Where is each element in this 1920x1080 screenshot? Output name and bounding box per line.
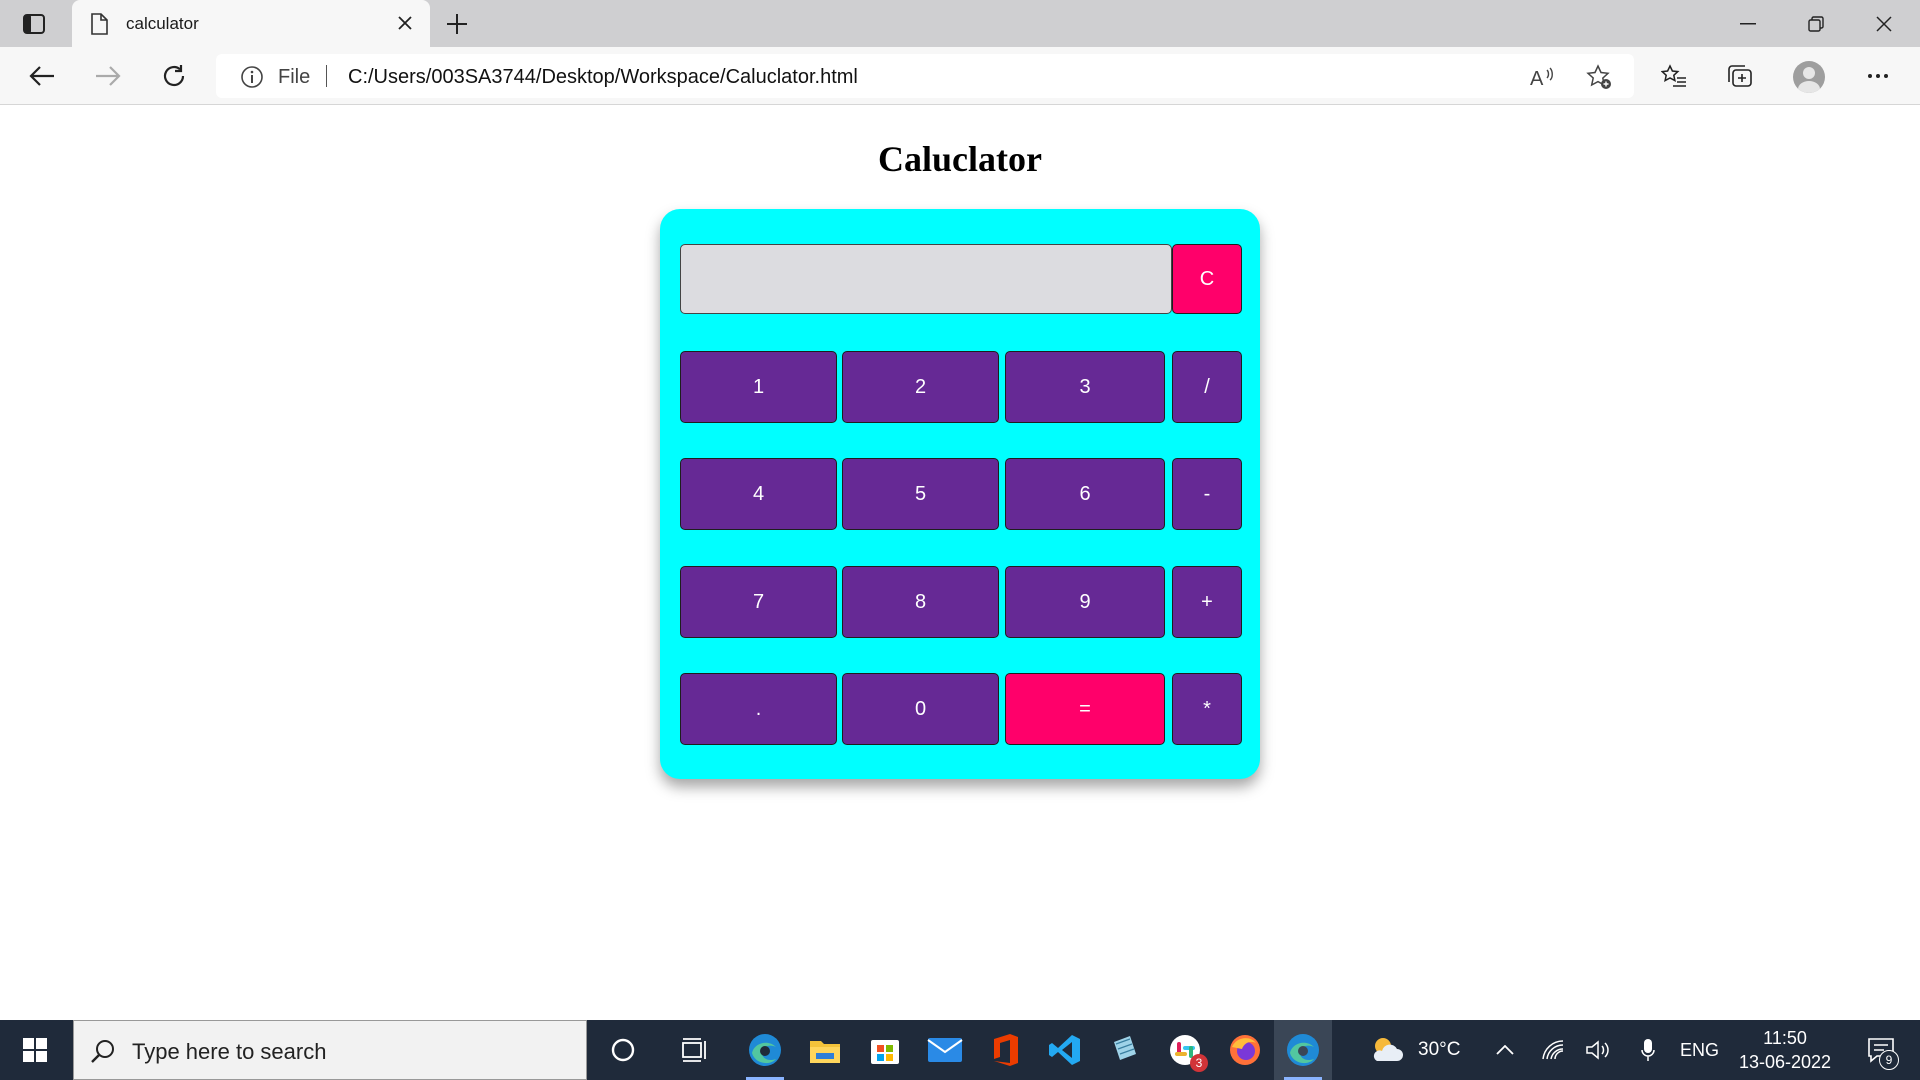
- add-favorite-icon[interactable]: [1586, 64, 1612, 90]
- mail-icon[interactable]: [916, 1020, 974, 1080]
- tab-actions-icon[interactable]: [18, 11, 50, 37]
- browser-tab[interactable]: calculator: [72, 0, 430, 47]
- search-icon: [90, 1038, 116, 1064]
- read-aloud-icon[interactable]: A: [1530, 64, 1556, 90]
- key-6-button[interactable]: 6: [1005, 458, 1165, 530]
- page-icon: [90, 13, 108, 35]
- slack-icon[interactable]: 3: [1156, 1020, 1214, 1080]
- key-4-button[interactable]: 4: [680, 458, 837, 530]
- key-0-button[interactable]: 0: [842, 673, 999, 745]
- clear-button[interactable]: C: [1172, 244, 1242, 314]
- svg-text:A: A: [1530, 68, 1544, 88]
- forward-icon[interactable]: [90, 58, 126, 94]
- microsoft-store-icon[interactable]: [856, 1020, 914, 1080]
- clock[interactable]: 11:50 13-06-2022: [1730, 1026, 1840, 1074]
- close-tab-icon[interactable]: [394, 12, 416, 34]
- task-view-icon[interactable]: [666, 1020, 724, 1080]
- cortana-icon[interactable]: [594, 1020, 652, 1080]
- window-close-icon[interactable]: [1850, 0, 1918, 47]
- slack-badge: 3: [1190, 1054, 1208, 1072]
- page-title: Caluclator: [878, 139, 1042, 179]
- chevron-up-icon[interactable]: [1487, 1020, 1523, 1080]
- tab-title: calculator: [126, 14, 199, 33]
- add-button[interactable]: +: [1172, 566, 1242, 638]
- refresh-icon[interactable]: [156, 58, 192, 94]
- taskbar: Type here to search 3 30°C ENG 11:50 13-…: [0, 1020, 1920, 1080]
- clock-time: 11:50: [1763, 1028, 1807, 1048]
- microphone-icon[interactable]: [1630, 1020, 1666, 1080]
- key-1-button[interactable]: 1: [680, 351, 837, 423]
- decimal-button[interactable]: .: [680, 673, 837, 745]
- site-info-icon[interactable]: [240, 65, 264, 89]
- more-options-icon[interactable]: [1861, 59, 1895, 93]
- search-placeholder: Type here to search: [132, 1039, 327, 1064]
- key-3-button[interactable]: 3: [1005, 351, 1165, 423]
- key-8-button[interactable]: 8: [842, 566, 999, 638]
- profile-avatar[interactable]: [1793, 61, 1825, 93]
- notifications-icon[interactable]: 9: [1853, 1020, 1909, 1080]
- key-7-button[interactable]: 7: [680, 566, 837, 638]
- restore-icon[interactable]: [1782, 0, 1850, 47]
- new-tab-icon[interactable]: [443, 10, 471, 38]
- weather-temperature[interactable]: 30°C: [1418, 1039, 1460, 1061]
- subtract-button[interactable]: -: [1172, 458, 1242, 530]
- key-9-button[interactable]: 9: [1005, 566, 1165, 638]
- vscode-icon[interactable]: [1036, 1020, 1094, 1080]
- volume-icon[interactable]: [1580, 1020, 1616, 1080]
- firefox-icon[interactable]: [1216, 1020, 1274, 1080]
- language-indicator[interactable]: ENG: [1680, 1040, 1719, 1061]
- browser-toolbar: File C:/Users/003SA3744/Desktop/Workspac…: [0, 47, 1920, 105]
- url-scheme: File: [278, 66, 311, 88]
- weather-icon[interactable]: [1364, 1020, 1408, 1080]
- multiply-button[interactable]: *: [1172, 673, 1242, 745]
- edge-active-icon[interactable]: [1274, 1020, 1332, 1080]
- key-2-button[interactable]: 2: [842, 351, 999, 423]
- url-separator: [326, 65, 327, 87]
- favorites-icon[interactable]: [1657, 59, 1691, 93]
- windows-start-icon[interactable]: [0, 1020, 70, 1080]
- file-explorer-icon[interactable]: [796, 1020, 854, 1080]
- equals-button[interactable]: =: [1005, 673, 1165, 745]
- taskbar-search[interactable]: Type here to search: [73, 1020, 587, 1080]
- calculator: C 1 2 3 / 4 5 6 - 7 8 9 + . 0 = *: [660, 209, 1260, 779]
- key-5-button[interactable]: 5: [842, 458, 999, 530]
- office-icon[interactable]: [976, 1020, 1034, 1080]
- minimize-icon[interactable]: [1714, 0, 1782, 47]
- notepad-icon[interactable]: [1096, 1020, 1154, 1080]
- calculator-display[interactable]: [680, 244, 1172, 314]
- divide-button[interactable]: /: [1172, 351, 1242, 423]
- clock-date: 13-06-2022: [1738, 1052, 1832, 1072]
- tab-bar: calculator: [0, 0, 1920, 47]
- collections-icon[interactable]: [1723, 59, 1757, 93]
- back-icon[interactable]: [24, 58, 60, 94]
- address-bar[interactable]: File C:/Users/003SA3744/Desktop/Workspac…: [216, 54, 1634, 98]
- network-icon[interactable]: [1535, 1020, 1571, 1080]
- notification-count: 9: [1879, 1050, 1899, 1070]
- url-text[interactable]: C:/Users/003SA3744/Desktop/Workspace/Cal…: [348, 66, 858, 89]
- edge-icon[interactable]: [736, 1020, 794, 1080]
